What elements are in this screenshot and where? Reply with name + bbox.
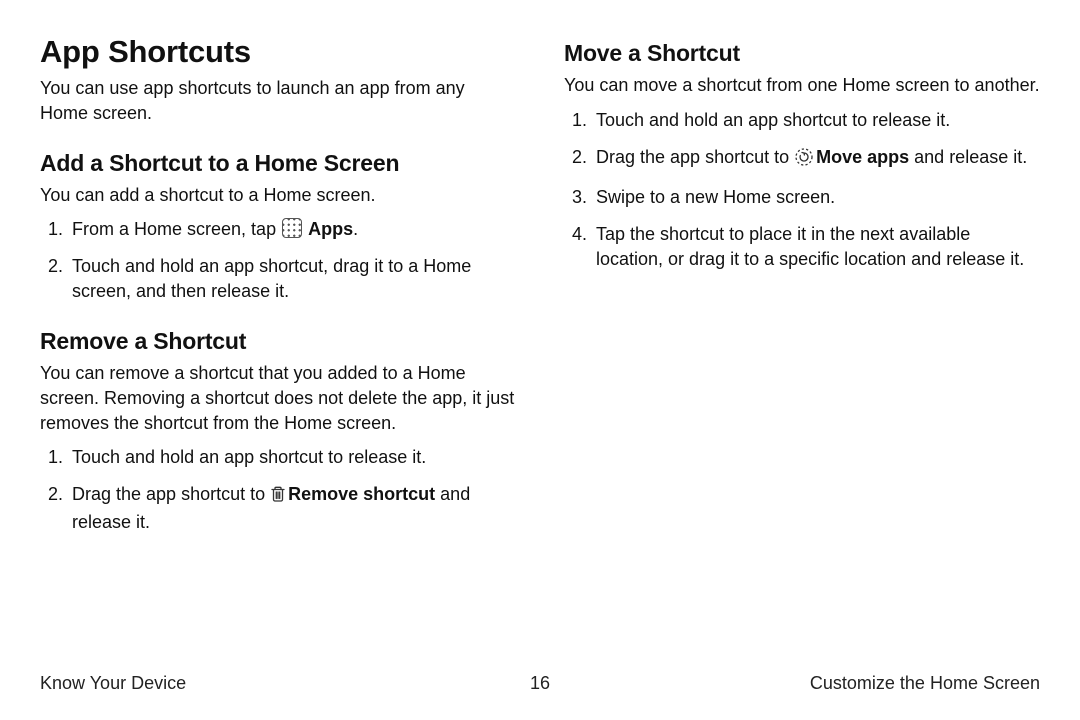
list-item: Touch and hold an app shortcut to releas… xyxy=(68,445,516,470)
remove-shortcut-intro: You can remove a shortcut that you added… xyxy=(40,361,516,435)
list-item: Drag the app shortcut to Remove shortcut… xyxy=(68,482,516,535)
left-column: App Shortcuts You can use app shortcuts … xyxy=(40,34,516,547)
page-number: 16 xyxy=(40,673,1040,694)
list-item: From a Home screen, tap Apps. xyxy=(68,217,516,242)
move-shortcut-steps: Touch and hold an app shortcut to releas… xyxy=(564,108,1040,272)
intro-paragraph: You can use app shortcuts to launch an a… xyxy=(40,76,516,126)
list-item: Touch and hold an app shortcut, drag it … xyxy=(68,254,516,304)
step-text: From a Home screen, tap xyxy=(72,219,281,239)
trash-icon xyxy=(270,485,286,510)
add-shortcut-steps: From a Home screen, tap Apps. Touch and … xyxy=(40,217,516,303)
move-shortcut-heading: Move a Shortcut xyxy=(564,40,1040,67)
move-shortcut-intro: You can move a shortcut from one Home sc… xyxy=(564,73,1040,98)
list-item: Swipe to a new Home screen. xyxy=(592,185,1040,210)
list-item: Tap the shortcut to place it in the next… xyxy=(592,222,1040,272)
page-footer: Know Your Device 16 Customize the Home S… xyxy=(40,673,1040,694)
remove-shortcut-label: Remove shortcut xyxy=(288,484,435,504)
step-text: and release it. xyxy=(909,147,1027,167)
two-column-layout: App Shortcuts You can use app shortcuts … xyxy=(40,34,1040,547)
add-shortcut-intro: You can add a shortcut to a Home screen. xyxy=(40,183,516,208)
move-apps-label: Move apps xyxy=(816,147,909,167)
move-apps-icon xyxy=(794,147,814,174)
remove-shortcut-steps: Touch and hold an app shortcut to releas… xyxy=(40,445,516,534)
remove-shortcut-heading: Remove a Shortcut xyxy=(40,328,516,355)
list-item: Drag the app shortcut to Move apps and r… xyxy=(592,145,1040,174)
right-column: Move a Shortcut You can move a shortcut … xyxy=(564,34,1040,547)
apps-label: Apps xyxy=(308,219,353,239)
apps-icon xyxy=(282,218,302,238)
add-shortcut-heading: Add a Shortcut to a Home Screen xyxy=(40,150,516,177)
step-text: Drag the app shortcut to xyxy=(72,484,270,504)
list-item: Touch and hold an app shortcut to releas… xyxy=(592,108,1040,133)
step-text: . xyxy=(353,219,358,239)
document-page: App Shortcuts You can use app shortcuts … xyxy=(0,0,1080,720)
step-text: Drag the app shortcut to xyxy=(596,147,794,167)
page-title: App Shortcuts xyxy=(40,34,516,70)
